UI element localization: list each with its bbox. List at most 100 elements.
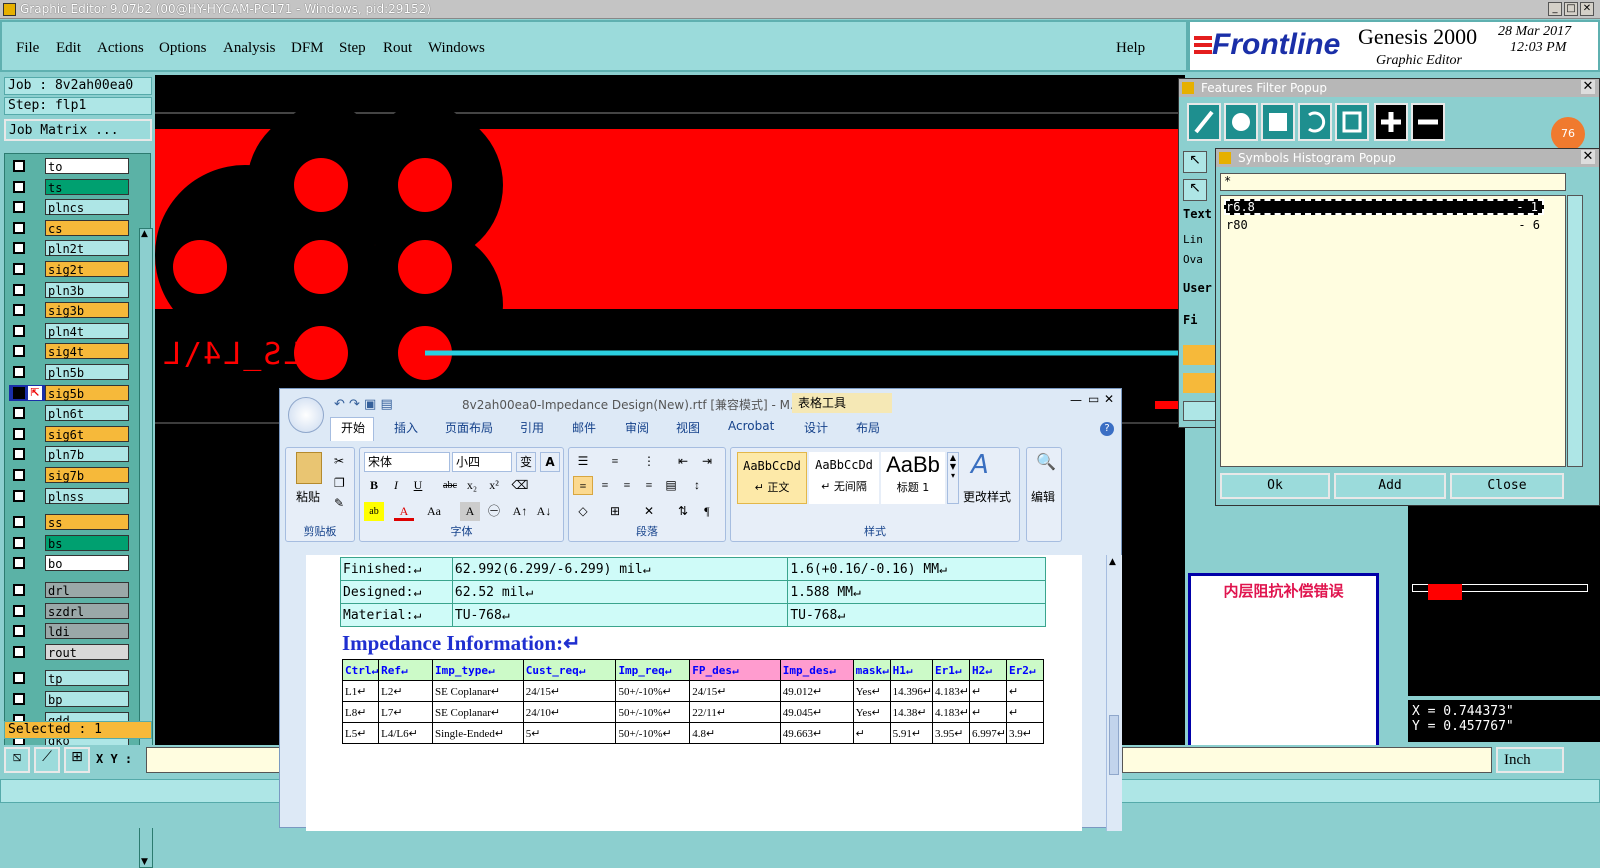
impedance-cell[interactable]: 14.38↵ xyxy=(889,701,934,723)
bullets-icon[interactable]: ☰ xyxy=(573,452,593,471)
scroll-up-icon[interactable]: ▲ xyxy=(1109,557,1116,567)
negative-polarity-icon[interactable] xyxy=(1411,103,1445,141)
chinese-layout-icon[interactable]: ✕ xyxy=(639,502,659,521)
paste-button[interactable]: 粘贴 xyxy=(296,488,320,505)
spec-cell[interactable]: Finished:↵ xyxy=(340,557,453,581)
layer-row-ts[interactable]: ts xyxy=(9,178,129,195)
impedance-cell[interactable]: L4/L6↵ xyxy=(378,722,433,744)
tab-view[interactable]: 视图 xyxy=(676,419,700,436)
arrow-tool-icon[interactable]: ↖ xyxy=(1183,179,1207,201)
layer-row-plncs[interactable]: plncs xyxy=(9,199,129,216)
menu-step[interactable]: Step xyxy=(339,40,366,57)
impedance-cell[interactable]: 6.997↵ xyxy=(969,722,1008,744)
layer-name[interactable]: pln2t xyxy=(45,240,129,257)
impedance-header-cell[interactable]: Ref↵ xyxy=(378,659,433,681)
layer-checkbox[interactable] xyxy=(13,283,25,296)
font-size-select[interactable]: 小四 xyxy=(452,452,512,472)
document-page[interactable]: Finished:↵ 62.992(6.299/-6.299) mil↵ 1.6(+… xyxy=(306,555,1082,831)
layer-name[interactable]: plncs xyxy=(45,199,129,216)
word-max-icon[interactable]: ▭ xyxy=(1088,392,1099,406)
find-icon[interactable]: 🔍 xyxy=(1036,452,1056,471)
impedance-cell[interactable]: ↵ xyxy=(969,680,1008,702)
increase-indent-icon[interactable]: ⇥ xyxy=(697,452,717,471)
impedance-header-cell[interactable]: H1↵ xyxy=(889,659,934,681)
layer-checkbox[interactable] xyxy=(13,516,25,529)
minimize-button[interactable]: _ xyxy=(1548,2,1562,16)
layer-row-plnss[interactable]: plnss xyxy=(9,487,129,504)
layer-checkbox[interactable] xyxy=(13,672,25,685)
impedance-header-cell[interactable]: Cust_req↵ xyxy=(522,659,617,681)
layer-name[interactable]: sig2t xyxy=(45,261,129,277)
layer-name[interactable]: sig7b xyxy=(45,467,129,483)
impedance-cell[interactable]: 49.663↵ xyxy=(779,722,854,744)
impedance-cell[interactable]: ↵ xyxy=(852,722,891,744)
impedance-cell[interactable]: L5↵ xyxy=(341,722,380,744)
orange-button[interactable] xyxy=(1183,373,1217,393)
impedance-cell[interactable]: 24/15↵ xyxy=(522,680,617,702)
layer-name[interactable]: bo xyxy=(45,555,129,572)
numbering-icon[interactable]: ≡ xyxy=(605,452,625,471)
layer-row-sig3b[interactable]: sig3b xyxy=(9,302,129,319)
impedance-cell[interactable]: 5↵ xyxy=(522,722,617,744)
layer-name[interactable]: rout xyxy=(45,643,129,660)
impedance-cell[interactable]: 24/15↵ xyxy=(689,680,781,702)
format-painter-icon[interactable]: ✎ xyxy=(334,496,344,510)
layer-row-tp[interactable]: tp xyxy=(9,670,129,687)
layer-name[interactable]: sig4t xyxy=(45,343,129,360)
help-icon[interactable]: ? xyxy=(1100,422,1114,436)
surface-tool-icon[interactable] xyxy=(1261,103,1295,141)
layer-row-bs[interactable]: bs xyxy=(9,534,129,551)
impedance-header-cell[interactable]: Imp_des↵ xyxy=(779,659,854,681)
impedance-cell[interactable]: Yes↵ xyxy=(852,701,891,723)
tab-mailings[interactable]: 邮件 xyxy=(572,419,596,436)
layer-row-sig4t[interactable]: sig4t xyxy=(9,343,129,360)
impedance-header-cell[interactable]: Imp_type↵ xyxy=(431,659,524,681)
symbol-row[interactable]: r80 - 6 xyxy=(1224,218,1544,234)
tab-insert[interactable]: 插入 xyxy=(394,419,418,436)
layer-name[interactable]: ss xyxy=(45,514,129,531)
add-button[interactable]: Add xyxy=(1334,473,1446,499)
impedance-cell[interactable]: 50+/-10%↵ xyxy=(615,680,691,702)
layer-checkbox[interactable] xyxy=(13,536,25,549)
layer-name[interactable]: bs xyxy=(45,534,129,551)
spec-cell[interactable]: Designed:↵ xyxy=(340,580,453,604)
oval-checkbox-label[interactable]: Ova xyxy=(1183,253,1203,266)
word-min-icon[interactable]: — xyxy=(1070,393,1082,407)
font-color-icon[interactable]: A xyxy=(394,502,414,521)
layer-row-szdrl[interactable]: szdrl xyxy=(9,602,129,619)
spec-cell[interactable]: Material:↵ xyxy=(340,603,453,627)
arrow-tool-icon[interactable]: ↖ xyxy=(1183,151,1207,173)
superscript-icon[interactable]: x² xyxy=(484,476,504,495)
pad-tool-icon[interactable] xyxy=(1224,103,1258,141)
layer-checkbox[interactable] xyxy=(13,366,25,378)
char-border-button[interactable]: A xyxy=(540,452,560,472)
char-shading-icon[interactable]: A xyxy=(460,502,480,521)
highlight-icon[interactable]: ab xyxy=(364,502,384,521)
scroll-thumb[interactable] xyxy=(1109,715,1119,775)
impedance-header-cell[interactable]: mask↵ xyxy=(852,659,891,681)
document-scrollbar[interactable]: ▲ xyxy=(1106,555,1122,831)
measure-tool-icon[interactable]: ⟋ xyxy=(34,747,60,773)
layer-row-pln5b[interactable]: pln5b xyxy=(9,364,129,380)
line-spacing-icon[interactable]: ↕ xyxy=(687,476,707,495)
layer-name[interactable]: szdrl xyxy=(45,602,129,619)
impedance-cell[interactable]: 5.91↵ xyxy=(889,722,934,744)
menu-windows[interactable]: Windows xyxy=(428,40,485,57)
job-matrix-button[interactable]: Job Matrix ... xyxy=(4,119,152,141)
symbol-list[interactable]: r6.8 - 1 r80 - 6 xyxy=(1220,195,1566,467)
align-center-icon[interactable]: ≡ xyxy=(595,476,615,495)
close-popup-button[interactable]: Close xyxy=(1450,473,1564,499)
tab-references[interactable]: 引用 xyxy=(520,419,544,436)
distributed-icon[interactable]: ▤ xyxy=(661,476,681,495)
layer-row-pln7b[interactable]: pln7b xyxy=(9,446,129,463)
spec-cell[interactable]: TU-768↵ xyxy=(451,603,789,627)
change-case-icon[interactable]: Aa xyxy=(424,502,444,521)
impedance-cell[interactable]: 50+/-10%↵ xyxy=(615,701,691,723)
layer-name[interactable]: pln7b xyxy=(45,446,129,463)
layer-checkbox[interactable] xyxy=(13,386,25,399)
multilevel-list-icon[interactable]: ⋮ xyxy=(639,452,659,471)
layer-row-pln2t[interactable]: pln2t xyxy=(9,240,129,257)
bold-icon[interactable]: B xyxy=(364,476,384,495)
impedance-cell[interactable]: 49.045↵ xyxy=(779,701,854,723)
strikethrough-icon[interactable]: abc xyxy=(440,476,460,495)
